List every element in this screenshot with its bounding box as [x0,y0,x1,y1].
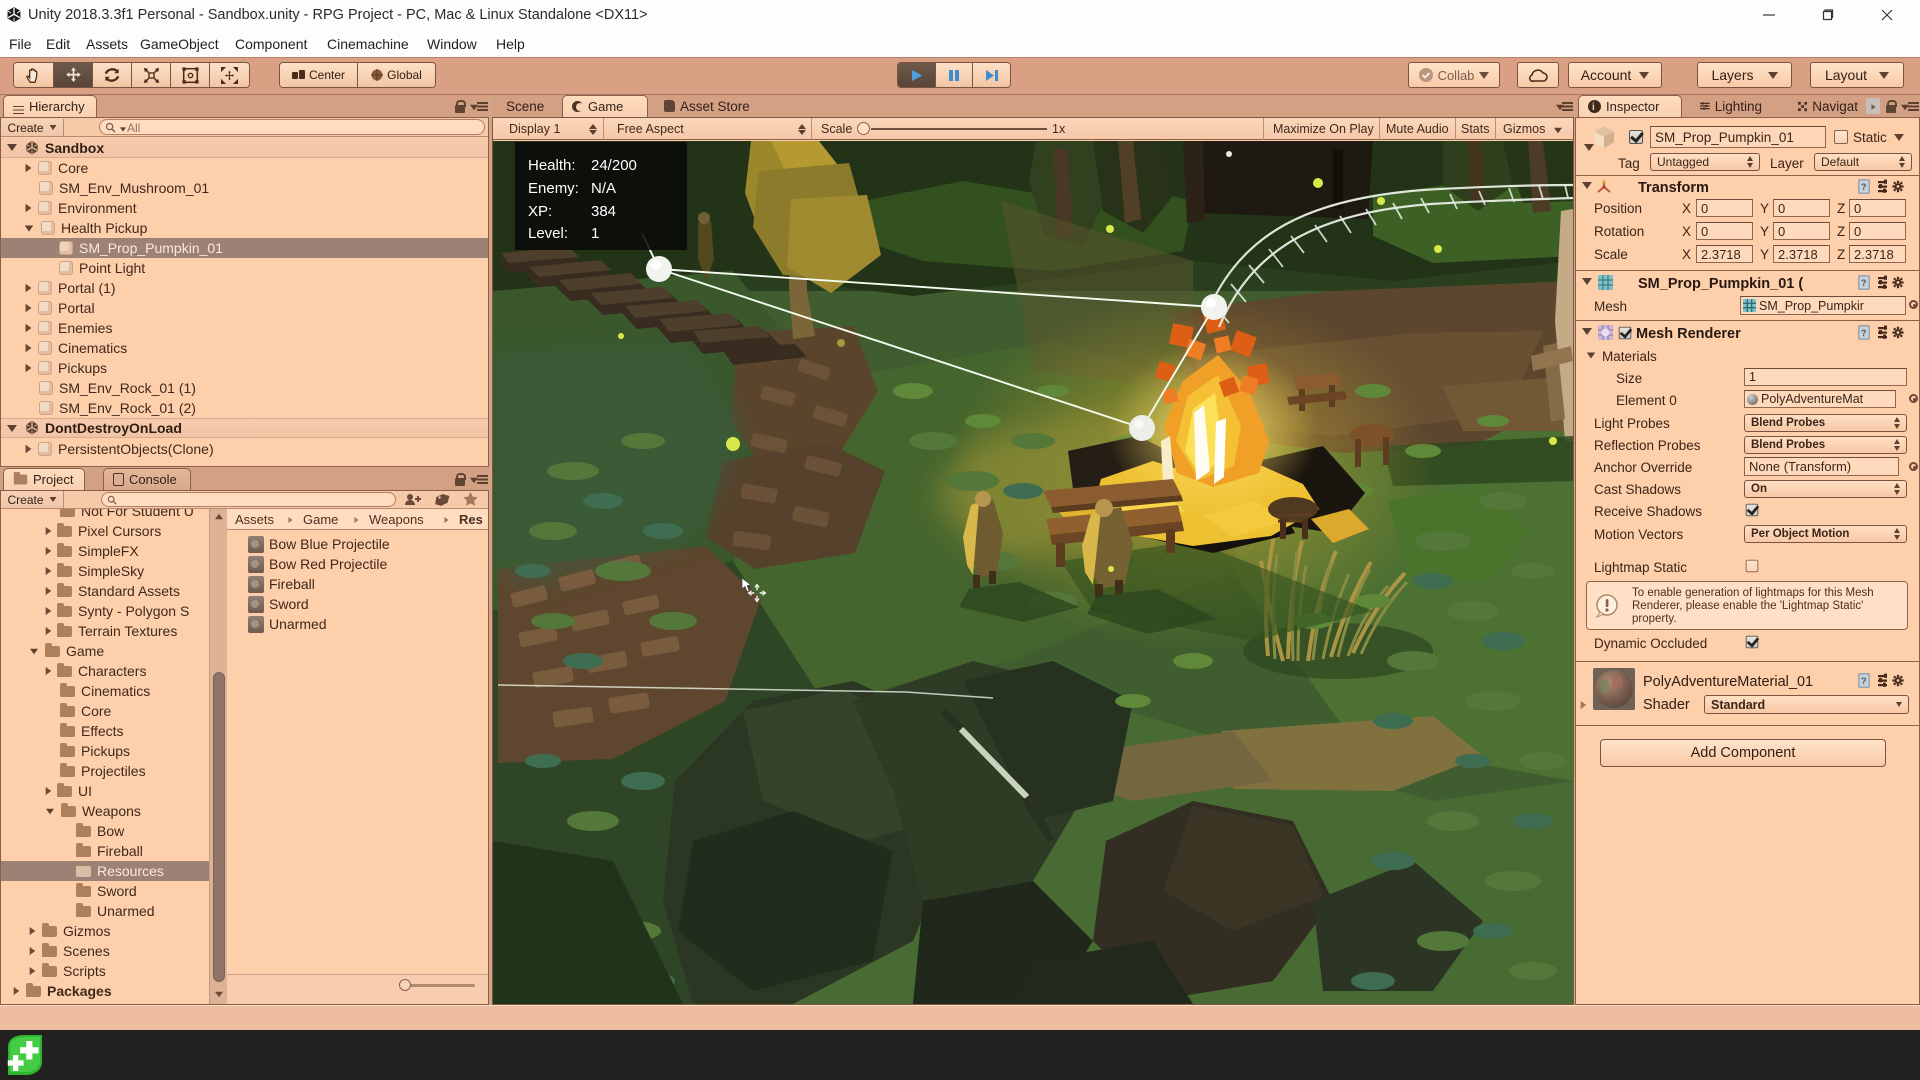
svg-text:Level:: Level: [528,225,568,242]
svg-text:1: 1 [591,225,599,242]
svg-text:384: 384 [591,203,616,220]
svg-text:24/200: 24/200 [591,157,637,174]
svg-text:?: ? [1861,328,1867,338]
svg-text:?: ? [1861,278,1867,288]
svg-text:Enemy:: Enemy: [528,180,579,197]
svg-text:?: ? [1861,676,1867,686]
svg-text:?: ? [1861,182,1867,192]
svg-text:N/A: N/A [591,180,616,197]
svg-text:Health:: Health: [528,157,576,174]
svg-text:XP:: XP: [528,203,552,220]
